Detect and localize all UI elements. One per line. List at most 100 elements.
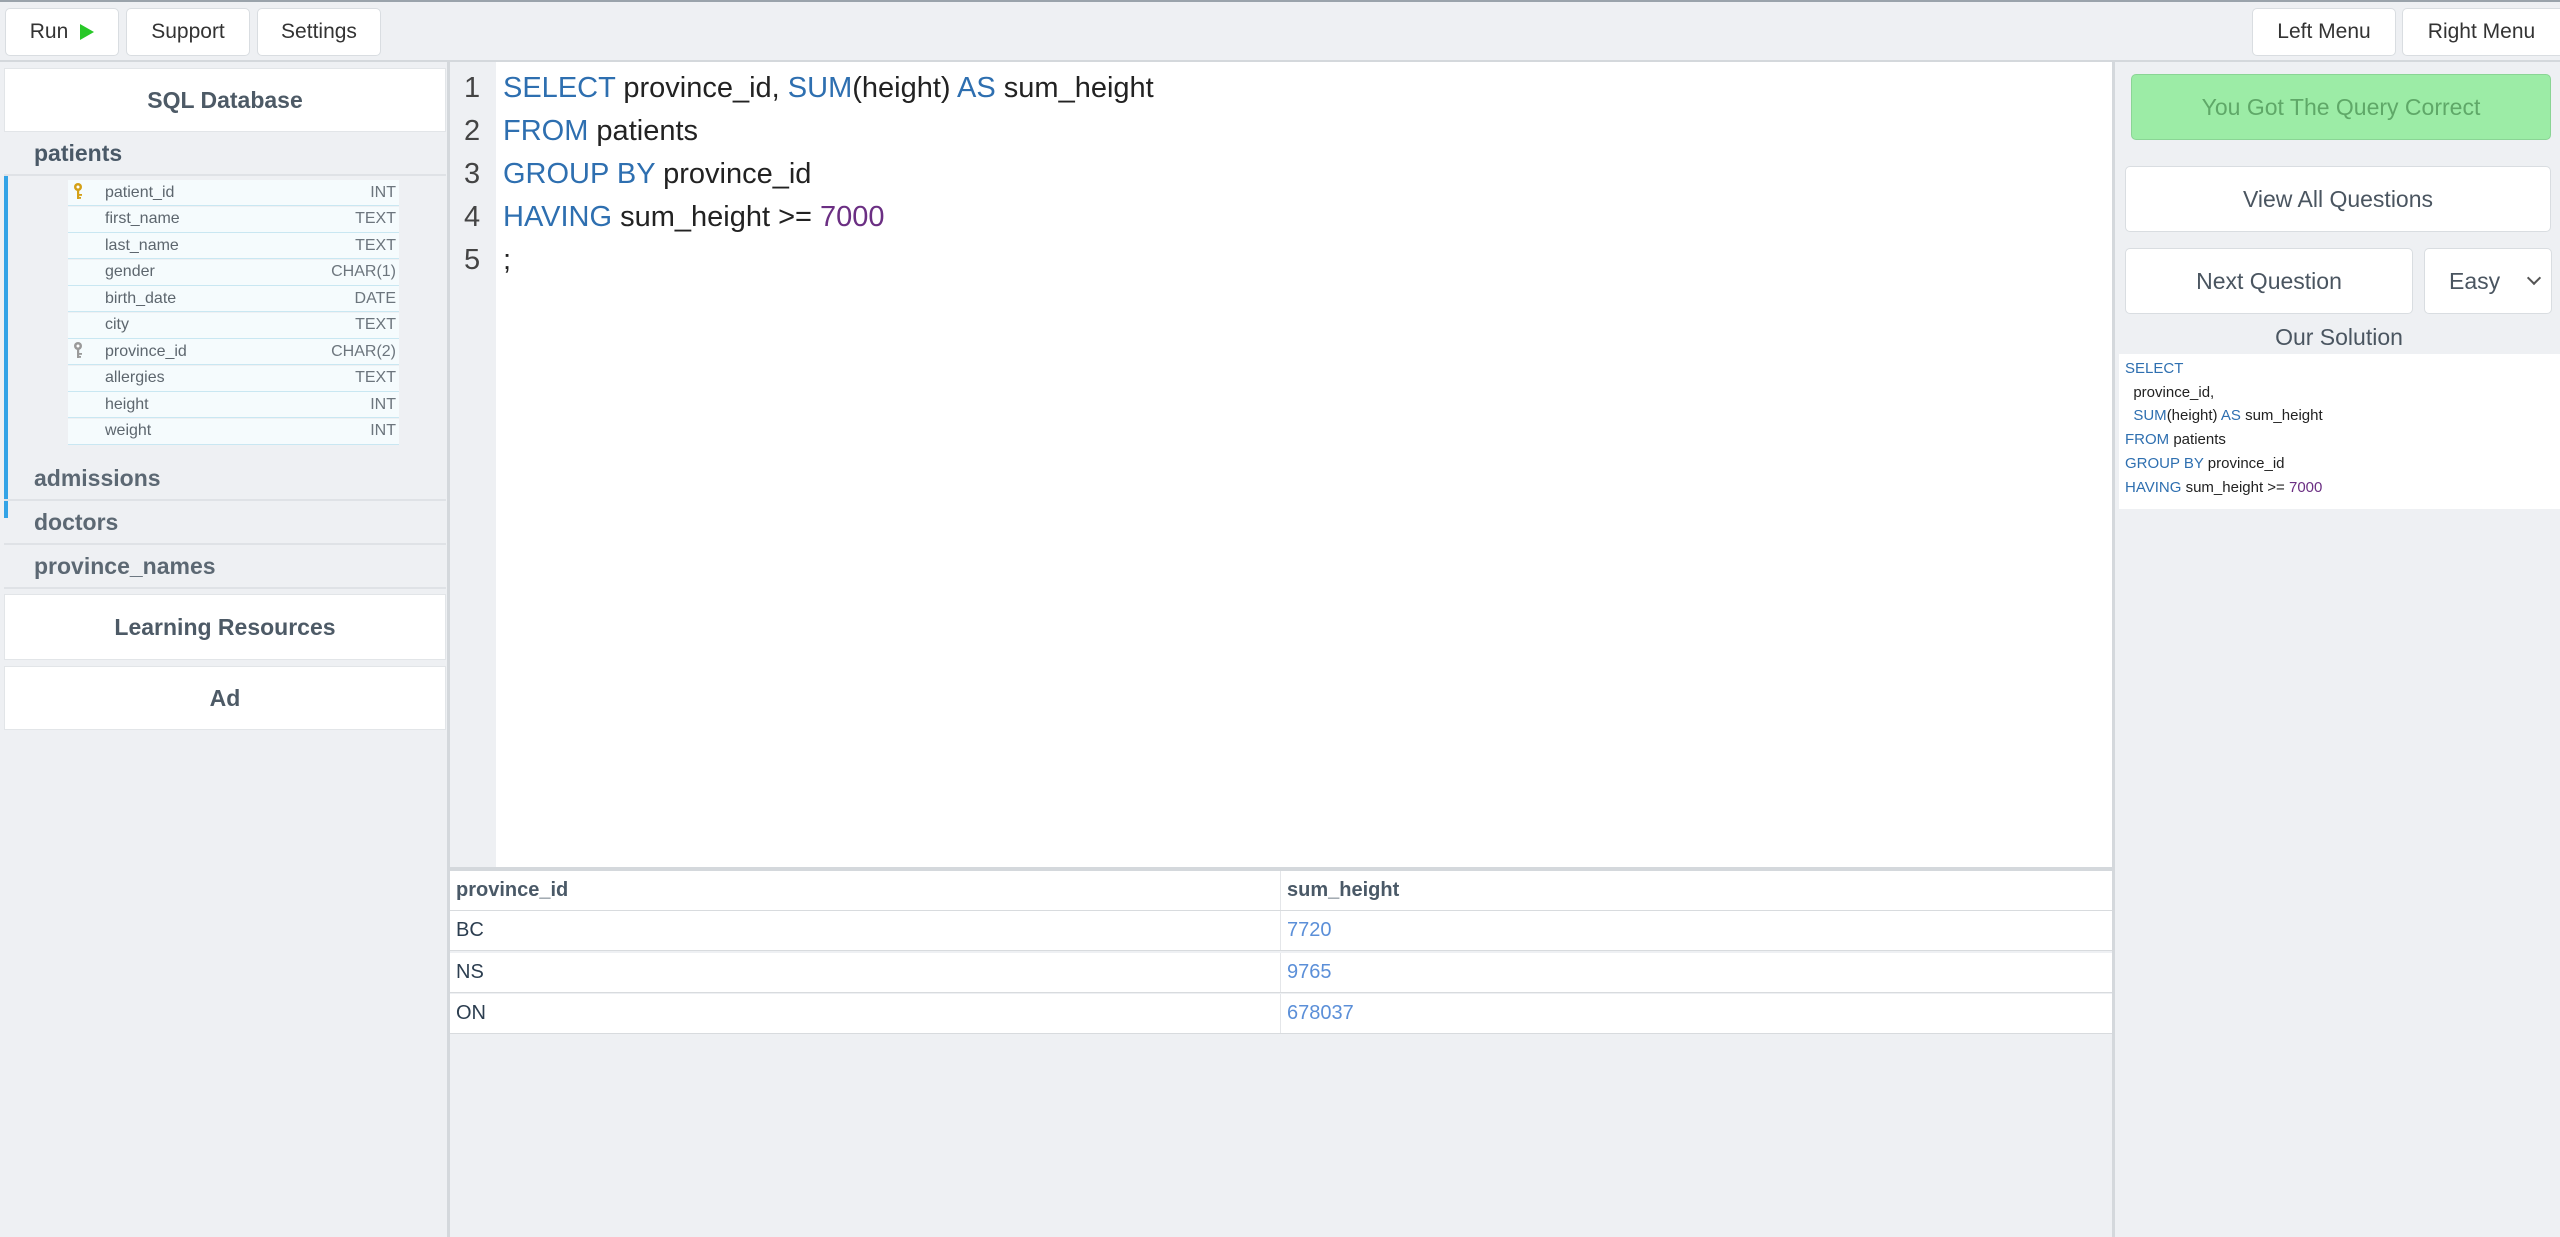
line-number: 5 — [464, 244, 481, 276]
right-menu-button[interactable]: Right Menu — [2402, 8, 2560, 56]
cell-province-id: ON — [456, 1002, 486, 1024]
sql-keyword: GROUP BY — [503, 158, 656, 190]
view-all-questions-button[interactable]: View All Questions — [2125, 166, 2551, 232]
table-doctors[interactable]: doctors — [4, 501, 446, 545]
column-row-height[interactable]: height INT — [68, 392, 399, 418]
left-menu-label: Left Menu — [2277, 20, 2371, 43]
sql-text: province_id — [2203, 454, 2285, 472]
sql-text: sum_height >= — [2181, 478, 2289, 496]
line-gutter: 1 2 3 4 5 — [450, 62, 496, 867]
sql-text: province_id, — [2125, 383, 2215, 401]
column-divider — [1280, 911, 1281, 950]
difficulty-select[interactable]: Easy — [2424, 248, 2552, 314]
view-all-label: View All Questions — [2242, 185, 2434, 212]
sql-number: 7000 — [820, 201, 885, 233]
column-divider — [1280, 952, 1281, 992]
schema-sidebar: SQL Database patients patient_id INT first… — [0, 62, 450, 1237]
ad-panel: Ad — [4, 666, 446, 730]
column-row-patient-id[interactable]: patient_id INT — [68, 180, 399, 206]
column-row-province-id[interactable]: province_id CHAR(2) — [68, 339, 399, 365]
column-type: CHAR(2) — [331, 342, 396, 360]
column-row-city[interactable]: city TEXT — [68, 312, 399, 339]
code-line: GROUP BY province_id — [503, 158, 811, 191]
column-type: TEXT — [355, 210, 396, 227]
column-name: last_name — [105, 236, 179, 254]
column-name: city — [105, 316, 129, 333]
code-line: HAVING sum_height >= 7000 — [503, 201, 885, 234]
table-row: BC 7720 — [450, 911, 2112, 951]
sql-keyword: SELECT — [2125, 360, 2184, 377]
sql-text: province_id, — [615, 72, 788, 104]
table-patients[interactable]: patients — [4, 132, 446, 176]
sql-number: 7000 — [2288, 478, 2323, 496]
code-line: SELECT province_id, SUM(height) AS sum_h… — [503, 72, 1154, 105]
column-name: gender — [105, 263, 155, 280]
column-row-allergies[interactable]: allergies TEXT — [68, 365, 399, 392]
settings-button[interactable]: Settings — [257, 8, 381, 56]
sql-editor[interactable]: 1 2 3 4 5 SELECT province_id, SUM(height) AS… — [450, 62, 2112, 867]
next-question-button[interactable]: Next Question — [2125, 248, 2413, 314]
sql-text: sum_height >= — [612, 201, 821, 233]
column-row-weight[interactable]: weight INT — [68, 418, 399, 445]
column-row-last-name[interactable]: last_name TEXT — [68, 233, 399, 259]
column-row-gender[interactable]: gender CHAR(1) — [68, 259, 399, 286]
table-name: doctors — [34, 508, 119, 535]
solution-code: SELECT province_id, SUM(height) AS sum_h… — [2119, 354, 2560, 509]
column-divider — [1280, 994, 1281, 1033]
column-type: INT — [370, 183, 396, 201]
column-type: TEXT — [355, 369, 396, 386]
sql-database-title[interactable]: SQL Database — [4, 68, 446, 132]
solution-line: GROUP BY province_id — [2125, 455, 2285, 472]
chevron-down-icon — [2526, 270, 2542, 286]
left-menu-button[interactable]: Left Menu — [2252, 8, 2396, 56]
solution-line: HAVING sum_height >= 7000 — [2125, 479, 2322, 496]
cell-province-id: NS — [456, 960, 484, 983]
cell-sum-height: 678037 — [1287, 1002, 1354, 1024]
column-type: CHAR(1) — [331, 263, 396, 280]
toolbar: Run Support Settings Left Menu Right Men… — [0, 0, 2560, 62]
sql-text: (height) — [852, 72, 958, 104]
sql-keyword: GROUP BY — [2125, 454, 2204, 472]
difficulty-value: Easy — [2449, 267, 2501, 294]
line-number: 1 — [464, 72, 481, 104]
learning-resources-button[interactable]: Learning Resources — [4, 594, 446, 660]
foreign-key-icon — [74, 342, 82, 358]
settings-label: Settings — [281, 20, 357, 43]
sql-text: sum_height — [2240, 407, 2323, 425]
sql-keyword: HAVING — [503, 201, 613, 233]
column-name: allergies — [105, 369, 165, 386]
cell-sum-height: 9765 — [1287, 960, 1332, 983]
sql-keyword: SUM — [787, 72, 853, 104]
query-correct-banner[interactable]: You Got The Query Correct — [2131, 74, 2551, 140]
solution-title: Our Solution — [2275, 324, 2403, 350]
sql-text: ; — [503, 244, 512, 276]
sql-keyword: AS — [2220, 407, 2241, 425]
table-name: province_names — [34, 552, 216, 579]
column-name: first_name — [105, 210, 180, 227]
support-label: Support — [151, 20, 225, 43]
question-panel: You Got The Query Correct View All Quest… — [2112, 62, 2560, 1237]
support-button[interactable]: Support — [126, 8, 250, 56]
table-province-names[interactable]: province_names — [4, 545, 446, 589]
column-row-first-name[interactable]: first_name TEXT — [68, 206, 399, 233]
table-admissions[interactable]: admissions — [4, 457, 446, 501]
sql-text: patients — [2169, 431, 2226, 449]
sql-text: patients — [588, 115, 699, 147]
code-line: ; — [503, 244, 511, 277]
sql-keyword: SELECT — [503, 72, 616, 104]
column-name: weight — [105, 422, 152, 439]
sql-text: (height) — [2166, 407, 2221, 425]
sql-keyword: FROM — [503, 115, 589, 147]
sql-text: province_id — [655, 158, 812, 190]
solution-line: province_id, — [2125, 384, 2214, 401]
sql-keyword: HAVING — [2125, 478, 2182, 496]
column-name: height — [105, 395, 149, 413]
sql-keyword: FROM — [2125, 431, 2170, 449]
run-button[interactable]: Run — [5, 8, 119, 56]
cell-province-id: BC — [456, 919, 484, 941]
table-row: ON 678037 — [450, 994, 2112, 1034]
line-number: 4 — [464, 201, 481, 233]
solution-line: SUM(height) AS sum_height — [2125, 407, 2323, 425]
sql-text: sum_height — [995, 72, 1154, 104]
column-row-birth-date[interactable]: birth_date DATE — [68, 286, 399, 312]
